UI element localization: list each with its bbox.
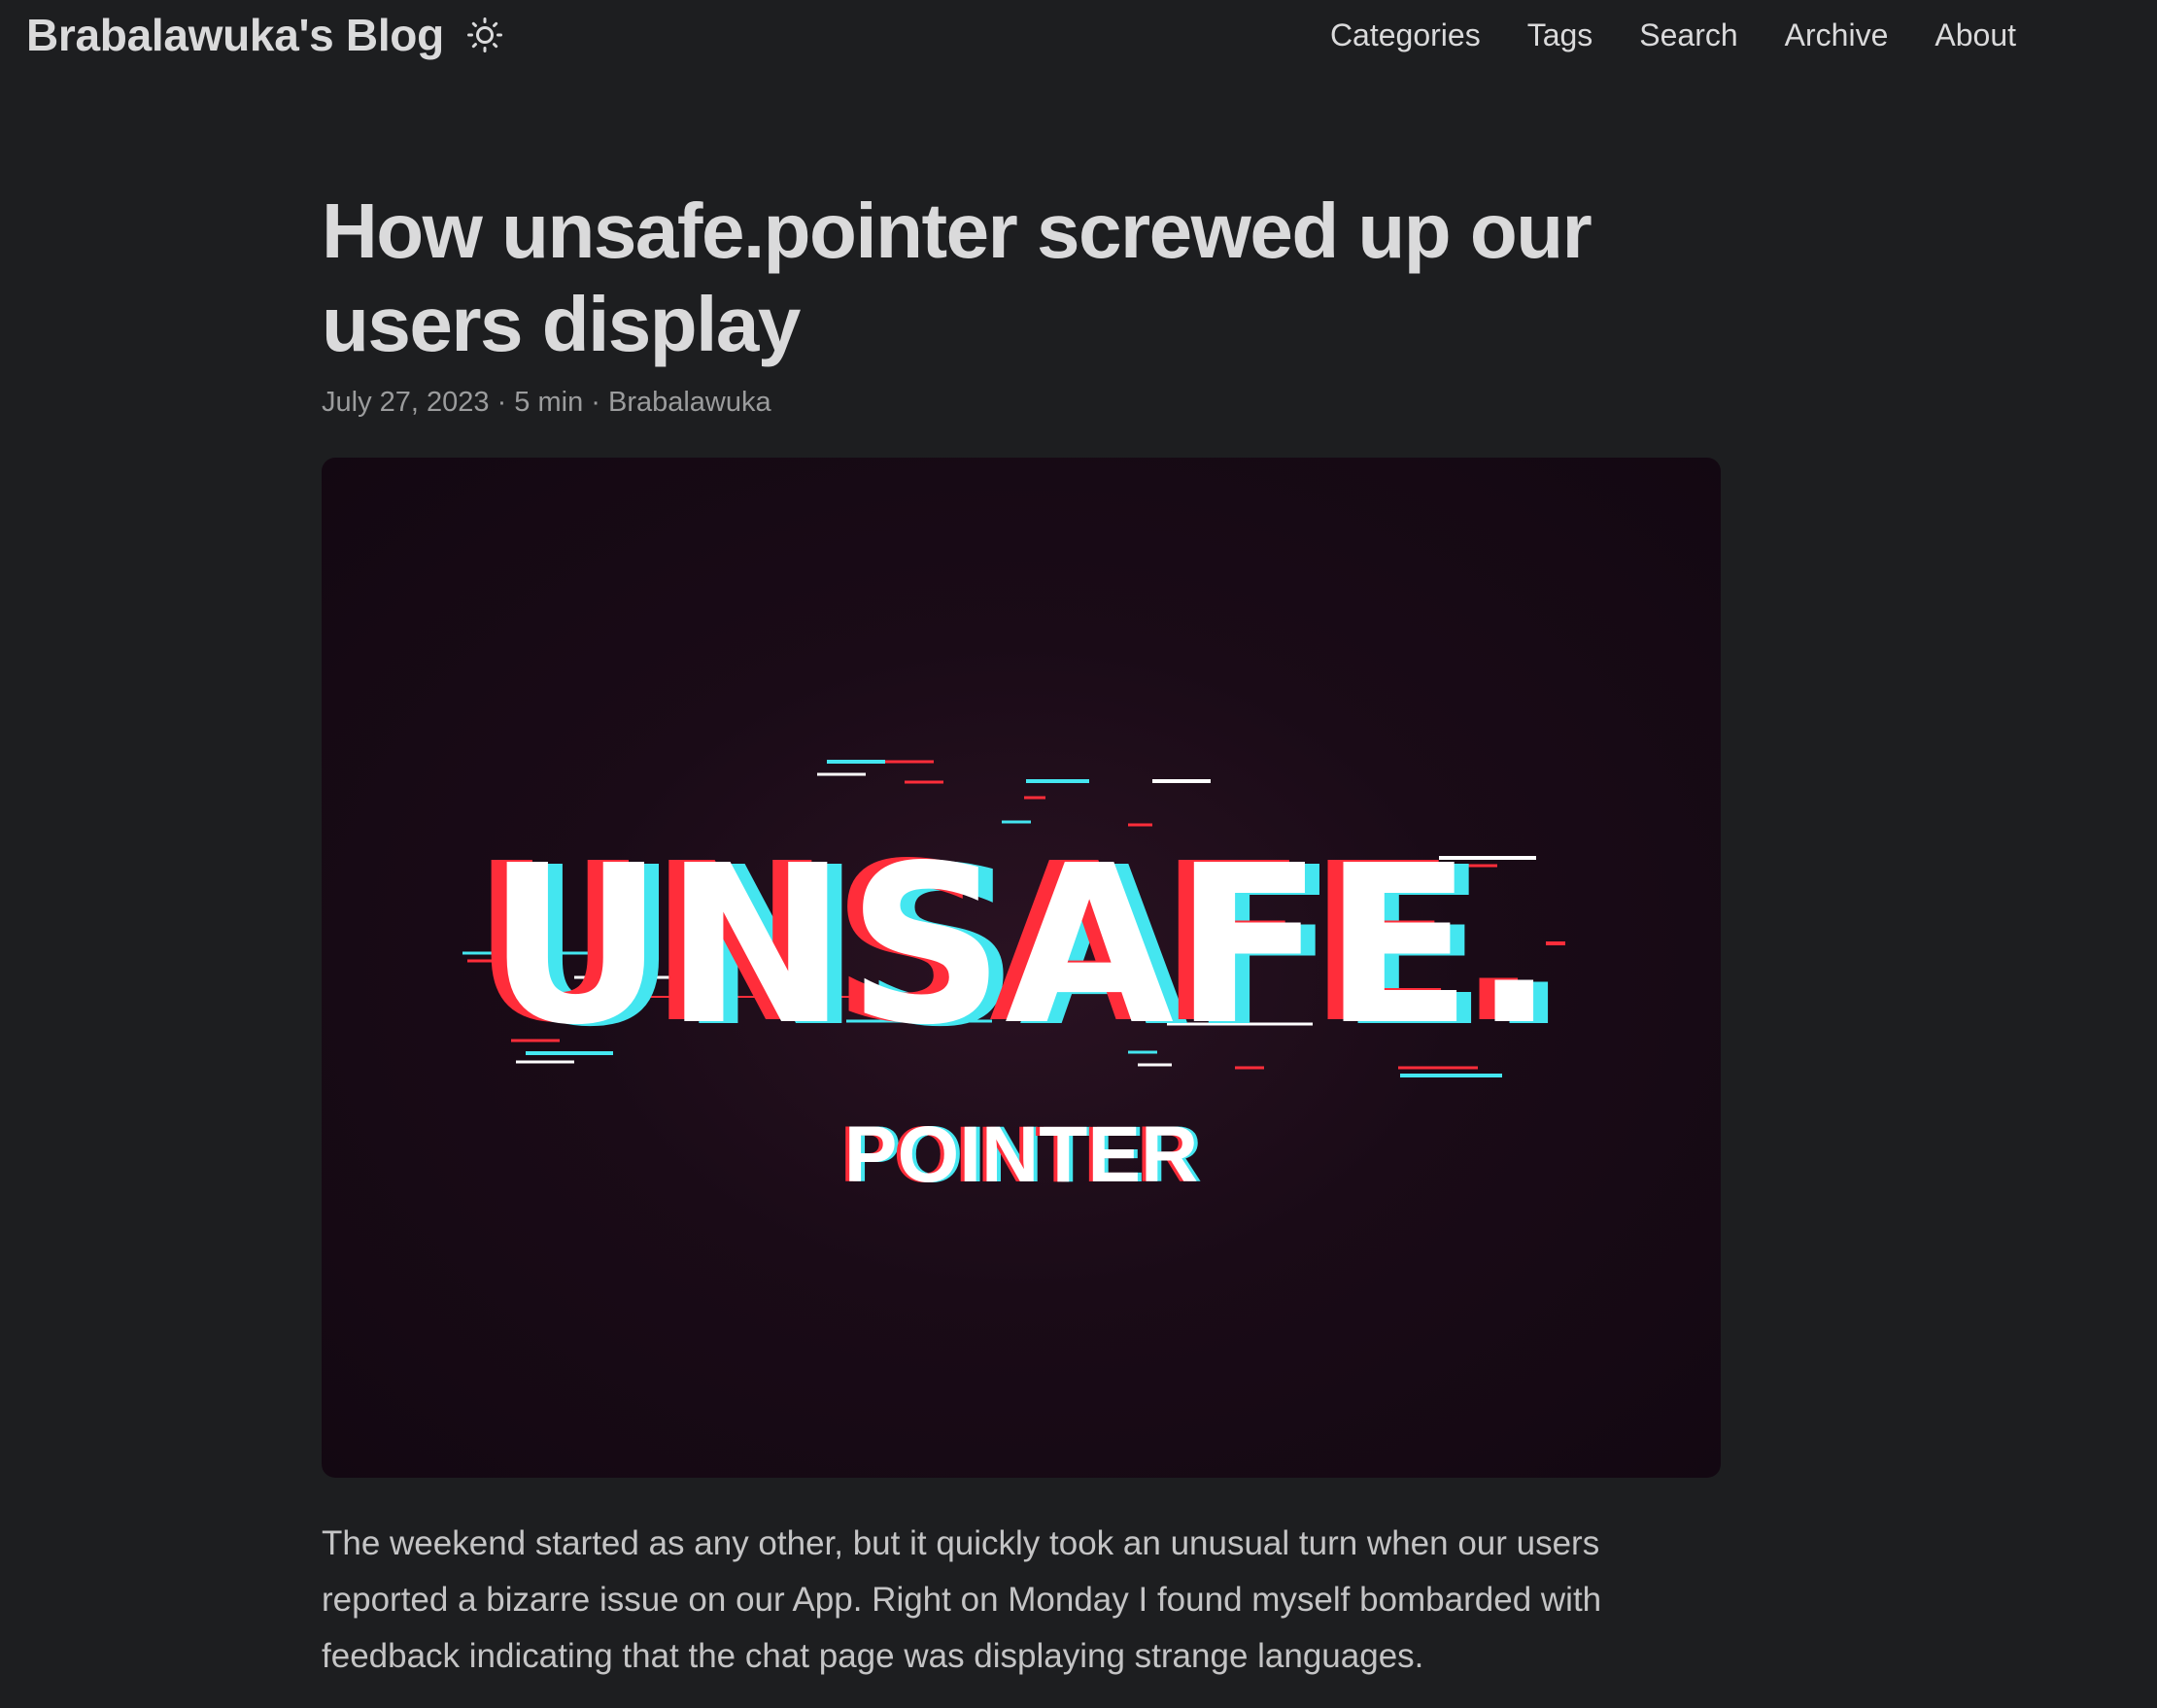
main-nav: Categories Tags Search Archive About [1284,6,2016,64]
nav-categories[interactable]: Categories [1330,6,1481,64]
cover-headline: UNSAFE. UNSAFE. UNSAFE. [471,817,1570,1076]
brand: Brabalawuka's Blog [26,6,504,64]
post-article: How unsafe.pointer screwed up our users … [322,185,1721,1675]
cover-image: UNSAFE. UNSAFE. UNSAFE. POINTER POINTER … [322,458,1721,1478]
nav-tags[interactable]: Tags [1527,6,1593,64]
nav-search[interactable]: Search [1639,6,1737,64]
post-title: How unsafe.pointer screwed up our users … [322,188,1592,367]
cover-subline: POINTER POINTER POINTER [840,1110,1202,1199]
page: Brabalawuka's Blog Categories Tags Searc… [0,0,2157,1708]
headline-white-layer: UNSAFE. [487,819,1556,1074]
subline-white-layer: POINTER [844,1110,1198,1199]
nav-about[interactable]: About [1934,6,2016,64]
sun-icon [466,17,502,52]
site-title-link[interactable]: Brabalawuka's Blog [26,6,444,64]
cover-artwork: UNSAFE. UNSAFE. UNSAFE. POINTER POINTER … [462,760,1570,1199]
theme-toggle-button[interactable] [465,16,504,54]
post-meta: July 27, 2023 · 5 min · Brabalawuka [322,387,771,418]
post-paragraph: The weekend started as any other, but it… [322,1524,1602,1675]
post-content: The weekend started as any other, but it… [322,1516,1721,1685]
site-header: Brabalawuka's Blog Categories Tags Searc… [0,0,2157,70]
nav-archive[interactable]: Archive [1785,6,1889,64]
